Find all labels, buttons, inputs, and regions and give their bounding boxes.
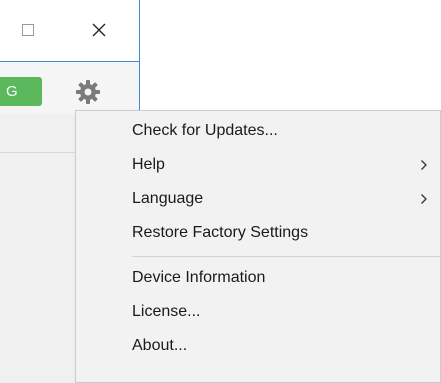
menu-item-label: Help [132, 156, 165, 173]
gear-icon [76, 80, 100, 104]
close-button[interactable] [83, 14, 115, 46]
chevron-right-icon [420, 148, 428, 182]
menu-item-label: Check for Updates... [132, 122, 278, 139]
settings-button[interactable] [72, 76, 104, 108]
maximize-icon [22, 24, 34, 36]
menu-item-about[interactable]: About... [76, 329, 440, 363]
menu-item-label: Language [132, 190, 204, 207]
title-bar [0, 0, 139, 62]
close-icon [92, 23, 106, 37]
settings-context-menu: Check for Updates... Help Language Resto… [75, 110, 441, 383]
menu-item-restore-factory-settings[interactable]: Restore Factory Settings [76, 216, 440, 250]
green-action-button[interactable]: G [0, 77, 42, 106]
menu-item-device-information[interactable]: Device Information [76, 261, 440, 295]
menu-item-license[interactable]: License... [76, 295, 440, 329]
content-divider [0, 152, 76, 153]
menu-item-label: Device Information [132, 269, 266, 286]
menu-separator [132, 256, 440, 257]
menu-item-label: License... [132, 303, 201, 320]
maximize-button[interactable] [12, 14, 44, 46]
menu-item-help[interactable]: Help [76, 148, 440, 182]
toolbar: G [0, 62, 139, 114]
menu-item-label: About... [132, 337, 188, 354]
chevron-right-icon [420, 182, 428, 216]
menu-item-label: Restore Factory Settings [132, 224, 309, 241]
menu-item-language[interactable]: Language [76, 182, 440, 216]
menu-item-check-for-updates[interactable]: Check for Updates... [76, 114, 440, 148]
